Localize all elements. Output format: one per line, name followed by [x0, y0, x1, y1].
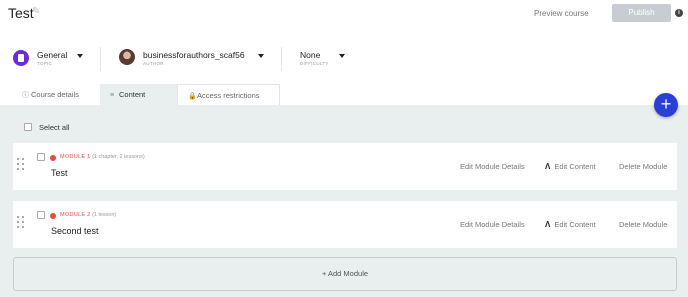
- module-label: MODULE 1 (1 chapter, 2 lessons): [60, 154, 145, 160]
- edit-title-pencil-icon[interactable]: ✎: [32, 7, 42, 17]
- drag-handle-icon[interactable]: [17, 158, 25, 174]
- preview-course-button[interactable]: Preview course: [530, 6, 593, 22]
- publish-button[interactable]: Publish: [612, 4, 671, 22]
- course-title: Test: [8, 5, 34, 21]
- chevron-up-icon: Λ: [545, 220, 551, 229]
- edit-content-button[interactable]: Λ Edit Content: [545, 220, 596, 229]
- edit-content-button[interactable]: Λ Edit Content: [545, 162, 596, 171]
- topic-chevron-down-icon[interactable]: [77, 54, 83, 58]
- author-label: AUTHOR: [143, 61, 164, 66]
- tab-access-restrictions[interactable]: 🔒Access restrictions: [177, 84, 280, 105]
- info-icon[interactable]: i: [675, 9, 683, 17]
- drag-handle-icon[interactable]: [17, 216, 25, 232]
- module-tag: MODULE 2: [60, 212, 91, 218]
- author-avatar: [119, 49, 135, 65]
- divider: [281, 47, 282, 71]
- course-meta-row: General TOPIC businessforauthors_scaf56 …: [0, 44, 688, 74]
- topic-book-icon: [13, 50, 29, 66]
- author-value[interactable]: businessforauthors_scaf56: [143, 50, 245, 60]
- list-icon: ≡: [110, 92, 115, 99]
- tab-label: Content: [119, 90, 146, 99]
- module-tag: MODULE 1: [60, 154, 91, 160]
- module-label: MODULE 2 (1 lesson): [60, 212, 116, 218]
- delete-module-button[interactable]: Delete Module: [619, 220, 667, 229]
- module-status-dot: [50, 213, 56, 219]
- module-row: MODULE 2 (1 lesson) Second test Edit Mod…: [13, 201, 677, 248]
- tab-content[interactable]: ≡ Content: [100, 84, 177, 105]
- difficulty-chevron-down-icon[interactable]: [339, 54, 345, 58]
- module-detail: (1 chapter, 2 lessons): [92, 154, 145, 160]
- select-all-checkbox[interactable]: [24, 123, 32, 131]
- delete-module-button[interactable]: Delete Module: [619, 162, 667, 171]
- edit-content-label: Edit Content: [554, 162, 596, 171]
- chevron-up-icon: Λ: [545, 162, 551, 171]
- edit-content-label: Edit Content: [554, 220, 596, 229]
- tab-label: Access restrictions: [197, 91, 260, 100]
- module-row: MODULE 1 (1 chapter, 2 lessons) Test Edi…: [13, 143, 677, 190]
- module-checkbox[interactable]: [37, 153, 45, 161]
- edit-module-details-button[interactable]: Edit Module Details: [460, 162, 525, 171]
- module-checkbox[interactable]: [37, 211, 45, 219]
- module-status-dot: [50, 155, 56, 161]
- module-detail: (1 lesson): [92, 212, 117, 218]
- select-all-label: Select all: [39, 123, 70, 132]
- info-circle-icon: ⓘ: [22, 92, 29, 99]
- author-chevron-down-icon[interactable]: [258, 54, 264, 58]
- add-module-button[interactable]: + Add Module: [13, 257, 677, 291]
- add-fab-button[interactable]: +: [654, 93, 678, 117]
- difficulty-value[interactable]: None: [300, 50, 320, 60]
- module-name[interactable]: Test: [51, 168, 68, 178]
- tab-label: Course details: [31, 90, 79, 99]
- lock-icon: 🔒: [188, 93, 197, 100]
- divider: [100, 47, 101, 71]
- topic-label: TOPIC: [37, 61, 53, 66]
- edit-module-details-button[interactable]: Edit Module Details: [460, 220, 525, 229]
- module-name[interactable]: Second test: [51, 226, 99, 236]
- difficulty-label: DIFFICULTY: [300, 61, 329, 66]
- page-header: Test ✎ Preview course Publish i: [0, 0, 688, 30]
- topic-value[interactable]: General: [37, 50, 67, 60]
- tab-course-details[interactable]: ⓘ Course details: [12, 84, 100, 105]
